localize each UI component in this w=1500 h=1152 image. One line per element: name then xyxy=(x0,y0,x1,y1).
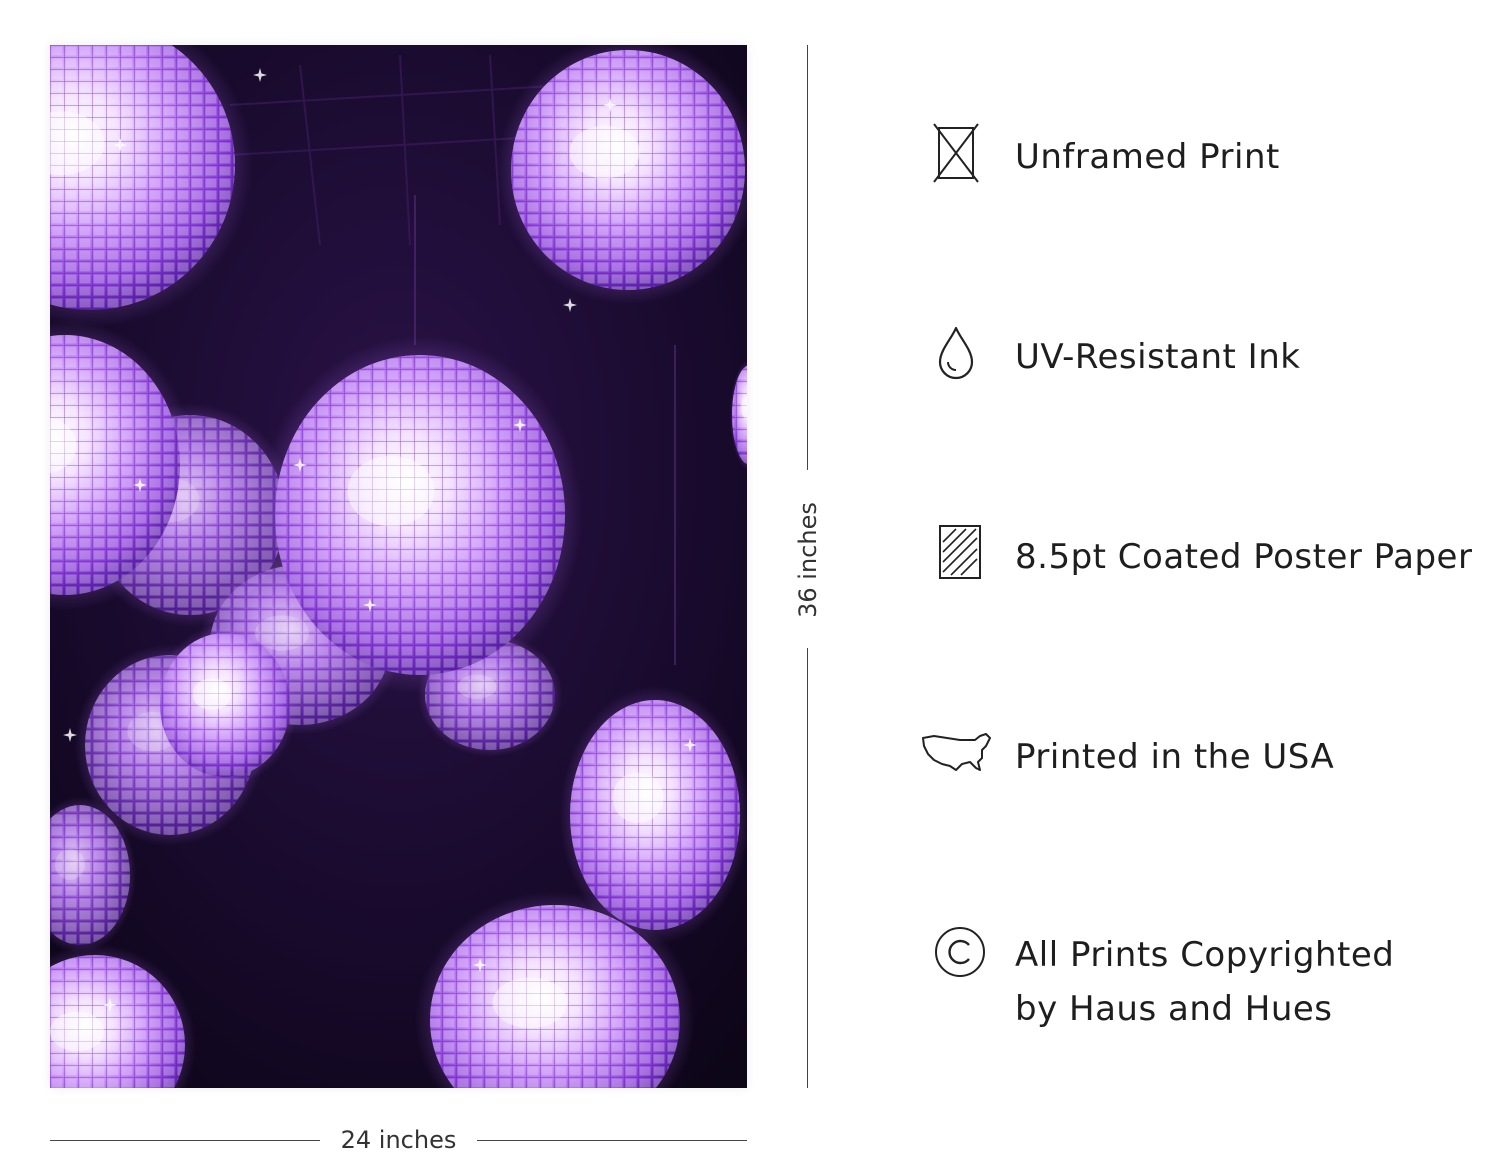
disco-ball-highlight xyxy=(50,1011,104,1052)
feature-ink: UV-Resistant Ink xyxy=(920,310,1500,400)
product-infographic: 24 inches 36 inches Unframed Print UV-Re… xyxy=(0,0,1500,1152)
disco-ball-highlight xyxy=(492,977,568,1029)
ink-drop-icon xyxy=(920,320,992,384)
paper-icon xyxy=(920,520,992,584)
feature-label: Printed in the USA xyxy=(1015,737,1335,777)
poster-image xyxy=(50,45,747,1088)
width-dimension: 24 inches xyxy=(50,1128,747,1152)
disco-ball-artwork xyxy=(50,45,747,1088)
unframed-icon xyxy=(920,120,992,184)
feature-unframed: Unframed Print xyxy=(920,110,1500,200)
height-dimension: 36 inches xyxy=(790,45,826,1088)
height-label: 36 inches xyxy=(794,502,822,618)
disco-ball-highlight xyxy=(569,125,640,179)
width-dimension-line-right xyxy=(477,1140,747,1141)
height-dimension-line-top xyxy=(807,45,808,470)
disco-ball-highlight xyxy=(612,772,664,824)
feature-label: 8.5pt Coated Poster Paper xyxy=(1015,537,1473,577)
feature-label: All Prints Copyrighted by Haus and Hues xyxy=(1015,935,1395,1029)
disco-ball-highlight xyxy=(347,455,435,527)
height-dimension-line-bottom xyxy=(807,648,808,1088)
copyright-icon xyxy=(920,920,992,984)
feature-paper: 8.5pt Coated Poster Paper xyxy=(920,510,1500,600)
disco-ball-highlight xyxy=(192,678,232,711)
feature-copyright: All Prints Copyrighted by Haus and Hues xyxy=(920,910,1500,1040)
feature-usa: Printed in the USA xyxy=(920,710,1500,800)
usa-map-icon xyxy=(920,720,992,784)
disco-ball-highlight xyxy=(55,849,85,880)
feature-label: Unframed Print xyxy=(1015,137,1280,177)
feature-label: UV-Resistant Ink xyxy=(1015,337,1301,377)
